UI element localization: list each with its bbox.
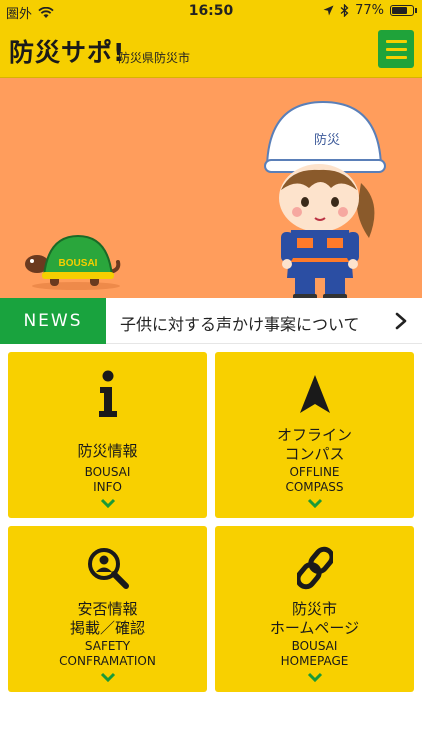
turtle-label: BOUSAI [59,258,98,269]
tile-english-line: BOUSAI [291,639,338,653]
link-icon [215,540,414,596]
safety-confirmation-tile[interactable]: 安否情報 掲載／確認 SAFETY CONFRAMATION [8,526,207,692]
chevron-down-icon [215,672,414,684]
tile-title-line: ホームページ [269,619,360,637]
turtle-mascot: BOUSAI [25,234,121,290]
battery-percent: 77% [355,3,384,18]
chevron-down-icon [8,498,207,510]
chevron-down-icon [8,672,207,684]
helmet-text: 防災 [314,132,340,148]
chevron-down-icon [215,498,414,510]
compass-arrow-icon [215,366,414,422]
tile-english-line: SAFETY [84,639,131,653]
info-icon [8,366,207,422]
status-right: 77% [323,3,417,18]
news-bar[interactable]: NEWS 子供に対する声かけ事案について [0,298,422,344]
app-screen: 圏外 16:50 77% 防災サポ! 防災県防災市 BOUSAI 防災 NEWS… [0,0,422,750]
tile-english-line: HOMEPAGE [280,654,349,668]
bluetooth-icon [340,4,349,17]
tile-title-line: 防災情報 [77,442,138,460]
mascot-girl-illustration: 防災 [264,100,386,298]
tile-title-line: オフライン [276,426,352,444]
tile-title-line: 安否情報 [77,600,138,618]
menu-bar [385,39,407,43]
app-header: 防災サポ! 防災県防災市 [0,22,422,78]
status-bar: 圏外 16:50 77% [0,0,422,22]
offline-compass-tile[interactable]: オフライン コンパス OFFLINE COMPASS [215,352,414,518]
tile-english-line: CONFRAMATION [59,654,156,668]
tile-title-line: 防災市 [291,600,337,618]
hamburger-menu-button[interactable] [378,30,414,68]
tile-english-line: COMPASS [285,480,344,494]
person-search-icon [8,540,207,596]
hero-banner: BOUSAI 防災 [0,78,422,298]
battery-fill [392,7,407,14]
menu-bar [385,55,407,59]
location-arrow-icon [323,5,334,16]
city-homepage-tile[interactable]: 防災市 ホームページ BOUSAI HOMEPAGE [215,526,414,692]
bousai-info-tile[interactable]: 防災情報 BOUSAI INFO [8,352,207,518]
city-name: 防災県防災市 [118,51,191,65]
tile-english-line: OFFLINE [289,465,340,479]
tile-title-line: 掲載／確認 [69,619,145,637]
tile-title-line: コンパス [284,445,345,463]
news-label: NEWS [0,298,106,344]
tile-english-line: INFO [93,480,122,494]
chevron-right-icon[interactable] [392,311,410,331]
app-logo: 防災サポ! [9,38,126,67]
tile-english-line: BOUSAI [84,465,131,479]
news-headline[interactable]: 子供に対する声かけ事案について [120,311,360,335]
battery-icon [390,5,417,16]
menu-bar [385,47,407,51]
